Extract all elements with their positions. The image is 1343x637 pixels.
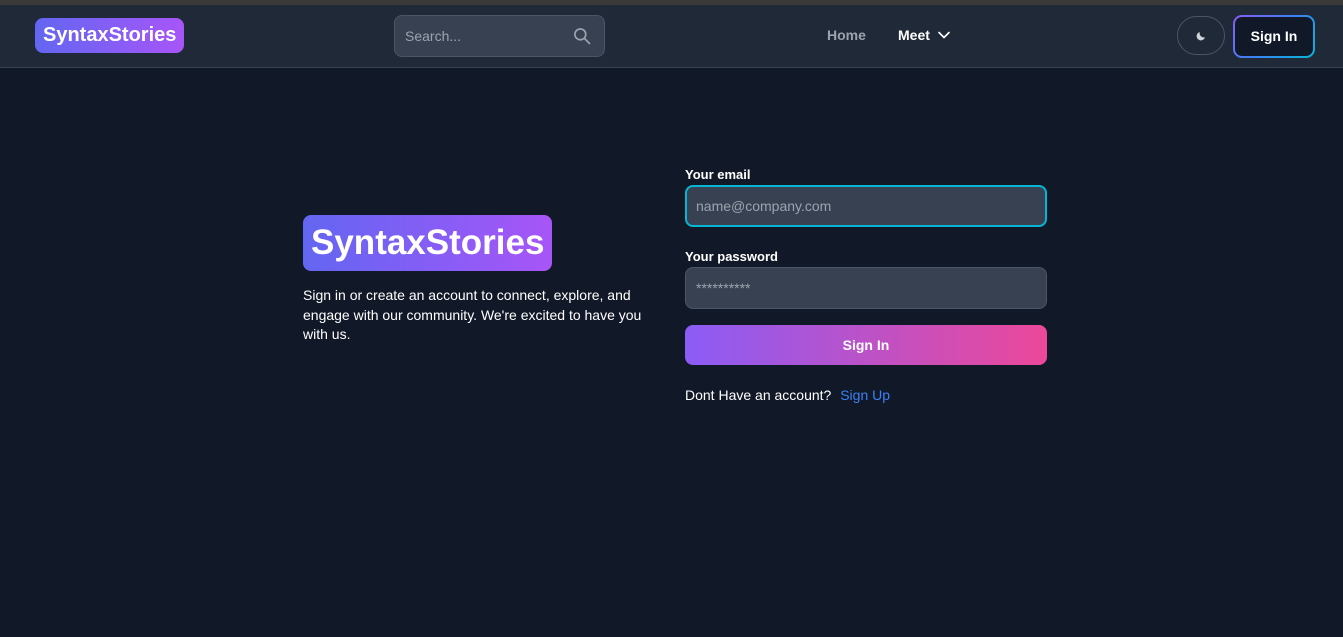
header-sign-in-label: Sign In [1235,17,1313,56]
nav-link-meet-label: Meet [898,27,930,43]
no-account-text: Dont Have an account? [685,387,832,403]
header-sign-in-button[interactable]: Sign In [1233,15,1315,58]
moon-icon [1196,31,1205,40]
sign-in-submit-button[interactable]: Sign In [685,325,1047,365]
hero-description: Sign in or create an account to connect,… [303,287,642,342]
hero-logo: SyntaxStories [303,215,553,271]
theme-toggle-button[interactable] [1177,16,1225,55]
email-label: Your email [685,167,751,182]
password-label: Your password [685,249,778,264]
nav-link-meet[interactable]: Meet [898,27,950,43]
search-box[interactable] [394,15,605,57]
search-icon[interactable] [572,26,592,46]
site-logo[interactable]: SyntaxStories [35,18,185,53]
password-field[interactable] [685,267,1047,309]
chevron-down-icon [938,31,950,39]
nav-link-home[interactable]: Home [827,27,866,43]
navbar: SyntaxStories Home Meet Sign In [0,5,1343,68]
sign-up-link[interactable]: Sign Up [840,387,890,403]
email-field[interactable] [685,185,1047,227]
search-input[interactable] [395,16,565,56]
signup-prompt: Dont Have an account? Sign Up [685,387,890,403]
